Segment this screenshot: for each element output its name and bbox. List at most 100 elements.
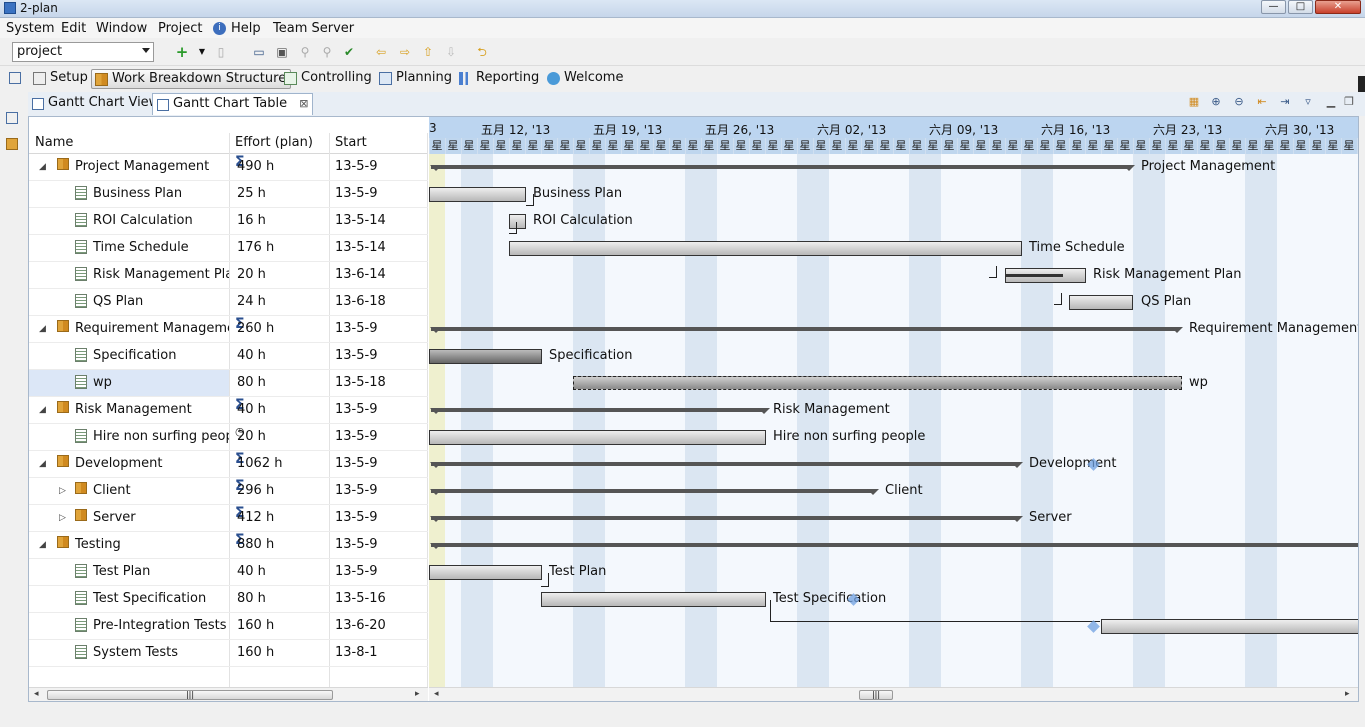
start-cell[interactable]: 13-5-16 bbox=[335, 586, 425, 612]
start-cell[interactable]: 13-5-18 bbox=[335, 370, 425, 396]
table-row[interactable]: Test Plan 40 h 13-5-9 bbox=[29, 559, 428, 586]
move-right-icon[interactable]: ⇥ bbox=[1278, 95, 1292, 109]
screen-icon[interactable]: ▭ bbox=[252, 45, 266, 59]
arrow-left-icon[interactable]: ⇦ bbox=[374, 45, 388, 59]
perspective-controlling[interactable]: Controlling bbox=[281, 69, 376, 89]
menu-project[interactable]: Project bbox=[158, 21, 202, 36]
tab-gantt-chart-view[interactable]: Gantt Chart View bbox=[28, 93, 163, 115]
start-cell[interactable]: 13-5-9 bbox=[335, 505, 425, 531]
expanded-arrow-icon[interactable]: ◢ bbox=[39, 154, 46, 180]
scroll-right-icon[interactable]: ▸ bbox=[1345, 689, 1350, 699]
effort-cell[interactable]: 160 h bbox=[231, 640, 327, 666]
start-cell[interactable]: 13-5-9 bbox=[335, 154, 425, 180]
name-cell[interactable]: Risk Management Plan bbox=[29, 262, 229, 288]
start-cell[interactable]: 13-5-14 bbox=[335, 208, 425, 234]
image-icon[interactable]: ▣ bbox=[275, 45, 289, 59]
summary-bar[interactable] bbox=[430, 489, 879, 495]
summary-bar[interactable] bbox=[430, 462, 1023, 468]
expanded-arrow-icon[interactable]: ◢ bbox=[39, 451, 46, 477]
perspective-reporting[interactable]: Reporting bbox=[456, 69, 543, 89]
dropdown-icon[interactable]: ▿ bbox=[1301, 95, 1315, 109]
summary-bar[interactable] bbox=[430, 516, 1023, 522]
gantt-chart[interactable]: 3 五月 12, '13 五月 19, '13 五月 26, '13 六月 02, '… bbox=[429, 117, 1358, 687]
table-row[interactable]: ◢ Testing Σ 880 h 13-5-9 bbox=[29, 532, 428, 559]
table-row[interactable]: QS Plan 24 h 13-6-18 bbox=[29, 289, 428, 316]
name-cell[interactable]: ◢ Development bbox=[29, 451, 229, 477]
move-left-icon[interactable]: ⇤ bbox=[1255, 95, 1269, 109]
column-header-name[interactable]: Name bbox=[35, 135, 73, 155]
scroll-left-icon[interactable]: ◂ bbox=[34, 689, 39, 699]
effort-cell[interactable]: 24 h bbox=[231, 289, 327, 315]
name-cell[interactable]: wp bbox=[29, 370, 229, 396]
name-cell[interactable]: ◢ Testing bbox=[29, 532, 229, 558]
minimize-view-icon[interactable]: ▁ bbox=[1324, 95, 1338, 109]
table-row[interactable]: ◢ Development Σ 1062 h 13-5-9 bbox=[29, 451, 428, 478]
close-button[interactable]: ✕ bbox=[1315, 0, 1361, 14]
name-cell[interactable]: ROI Calculation bbox=[29, 208, 229, 234]
table-row[interactable]: ◢ Requirement ManagementΣ260 h 13-5-9 bbox=[29, 316, 428, 343]
name-cell[interactable]: Specification bbox=[29, 343, 229, 369]
table-row[interactable]: Business Plan 25 h 13-5-9 bbox=[29, 181, 428, 208]
minimized-view-icon[interactable] bbox=[6, 138, 18, 150]
gantt-scroll-thumb[interactable]: ||| bbox=[859, 690, 893, 700]
open-perspective-icon[interactable] bbox=[9, 72, 21, 84]
minimize-button[interactable]: — bbox=[1261, 0, 1286, 14]
start-cell[interactable]: 13-5-9 bbox=[335, 559, 425, 585]
table-row[interactable]: Risk Management Plan 20 h 13-6-14 bbox=[29, 262, 428, 289]
table-scroll-thumb[interactable]: ||| bbox=[47, 690, 333, 700]
unlink-icon[interactable]: ⚲ bbox=[320, 45, 334, 59]
name-cell[interactable]: ▷ Server bbox=[29, 505, 229, 531]
restore-view-icon[interactable] bbox=[6, 112, 18, 124]
name-cell[interactable]: Business Plan bbox=[29, 181, 229, 207]
table-row[interactable]: ROI Calculation 16 h 13-5-14 bbox=[29, 208, 428, 235]
table-row[interactable]: System Tests 160 h 13-8-1 bbox=[29, 640, 428, 667]
start-cell[interactable]: 13-6-18 bbox=[335, 289, 425, 315]
collapsed-arrow-icon[interactable]: ▷ bbox=[59, 505, 66, 531]
effort-cell[interactable]: ◷ 20 h bbox=[231, 424, 327, 450]
name-cell[interactable]: Test Plan bbox=[29, 559, 229, 585]
start-cell[interactable]: 13-5-9 bbox=[335, 532, 425, 558]
name-cell[interactable]: Hire non surfing people bbox=[29, 424, 229, 450]
effort-cell[interactable]: 20 h bbox=[231, 262, 327, 288]
start-cell[interactable]: 13-5-9 bbox=[335, 343, 425, 369]
tab-gantt-chart-table[interactable]: Gantt Chart Table ⊠ bbox=[152, 93, 314, 115]
table-row[interactable]: ◢ Project Management Σ 490 h 13-5-9 bbox=[29, 154, 428, 181]
table-row[interactable]: ◢ Risk Management Σ 40 h 13-5-9 bbox=[29, 397, 428, 424]
table-row[interactable]: Test Specification 80 h 13-5-16 bbox=[29, 586, 428, 613]
task-bar[interactable] bbox=[429, 565, 542, 580]
expanded-arrow-icon[interactable]: ◢ bbox=[39, 316, 46, 342]
task-bar[interactable] bbox=[429, 430, 766, 445]
project-combo[interactable]: project bbox=[12, 42, 154, 62]
name-cell[interactable]: System Tests bbox=[29, 640, 229, 666]
start-cell[interactable]: 13-6-14 bbox=[335, 262, 425, 288]
summary-bar[interactable] bbox=[430, 408, 770, 414]
name-cell[interactable]: Test Specification bbox=[29, 586, 229, 612]
task-bar[interactable] bbox=[573, 376, 1182, 390]
effort-cell[interactable]: Σ 40 h bbox=[231, 397, 327, 423]
task-bar[interactable] bbox=[429, 187, 526, 202]
table-row[interactable]: Time Schedule 176 h 13-5-14 bbox=[29, 235, 428, 262]
start-cell[interactable]: 13-5-9 bbox=[335, 316, 425, 342]
effort-cell[interactable]: 80 h bbox=[231, 370, 327, 396]
effort-cell[interactable]: 16 h bbox=[231, 208, 327, 234]
name-cell[interactable]: ▷ Client bbox=[29, 478, 229, 504]
arrow-right-icon[interactable]: ⇨ bbox=[398, 45, 412, 59]
arrow-up-icon[interactable]: ⇧ bbox=[421, 45, 435, 59]
delete-icon[interactable]: ▯ bbox=[214, 45, 228, 59]
effort-cell[interactable]: Σ 880 h bbox=[231, 532, 327, 558]
table-row[interactable]: ▷ Server Σ 412 h 13-5-9 bbox=[29, 505, 428, 532]
scroll-left-icon[interactable]: ◂ bbox=[434, 689, 439, 699]
effort-cell[interactable]: Σ 412 h bbox=[231, 505, 327, 531]
milestone-marker[interactable] bbox=[1087, 620, 1100, 633]
summary-bar[interactable] bbox=[430, 327, 1183, 333]
table-hscrollbar[interactable]: ◂ ||| ▸ bbox=[29, 687, 428, 701]
effort-cell[interactable]: 40 h bbox=[231, 343, 327, 369]
effort-cell[interactable]: 160 h bbox=[231, 613, 327, 639]
task-bar[interactable] bbox=[429, 349, 542, 364]
expanded-arrow-icon[interactable]: ◢ bbox=[39, 532, 46, 558]
task-bar[interactable] bbox=[509, 241, 1022, 256]
perspective-setup[interactable]: Setup bbox=[30, 69, 92, 89]
perspective-planning[interactable]: Planning bbox=[376, 69, 456, 89]
table-row[interactable]: Pre-Integration Tests 160 h 13-6-20 bbox=[29, 613, 428, 640]
effort-cell[interactable]: 25 h bbox=[231, 181, 327, 207]
